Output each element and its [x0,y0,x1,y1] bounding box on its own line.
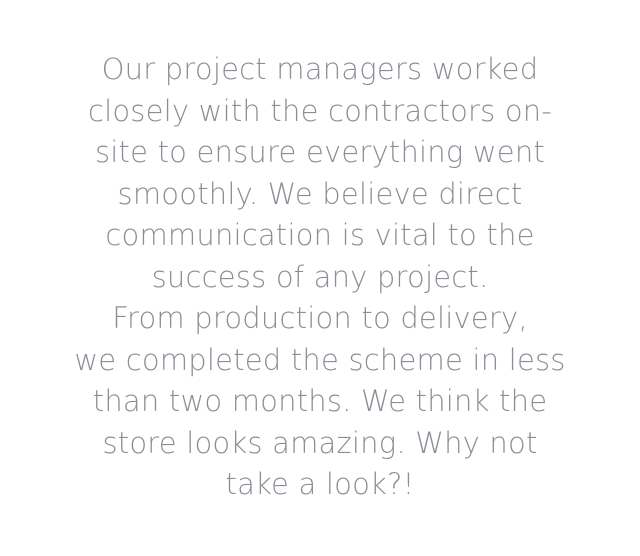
text-line: communication is vital to the [105,218,535,252]
text-line: we completed the scheme in less [74,342,566,377]
text-line: Our project managers worked [101,52,539,86]
text-line: smoothly. We believe direct [117,176,523,211]
text-line: success of any project. [151,259,489,294]
text-line: take a look?! [225,467,415,501]
text-line: store looks amazing. Why not [102,425,538,460]
text-line: From production to delivery, [112,301,528,335]
text-line: than two months. We think the [92,384,548,418]
body-text: Our project managers worked closely with… [40,49,600,506]
text-line: site to ensure everything went [94,135,546,169]
text-line: closely with the contractors on- [87,93,553,128]
